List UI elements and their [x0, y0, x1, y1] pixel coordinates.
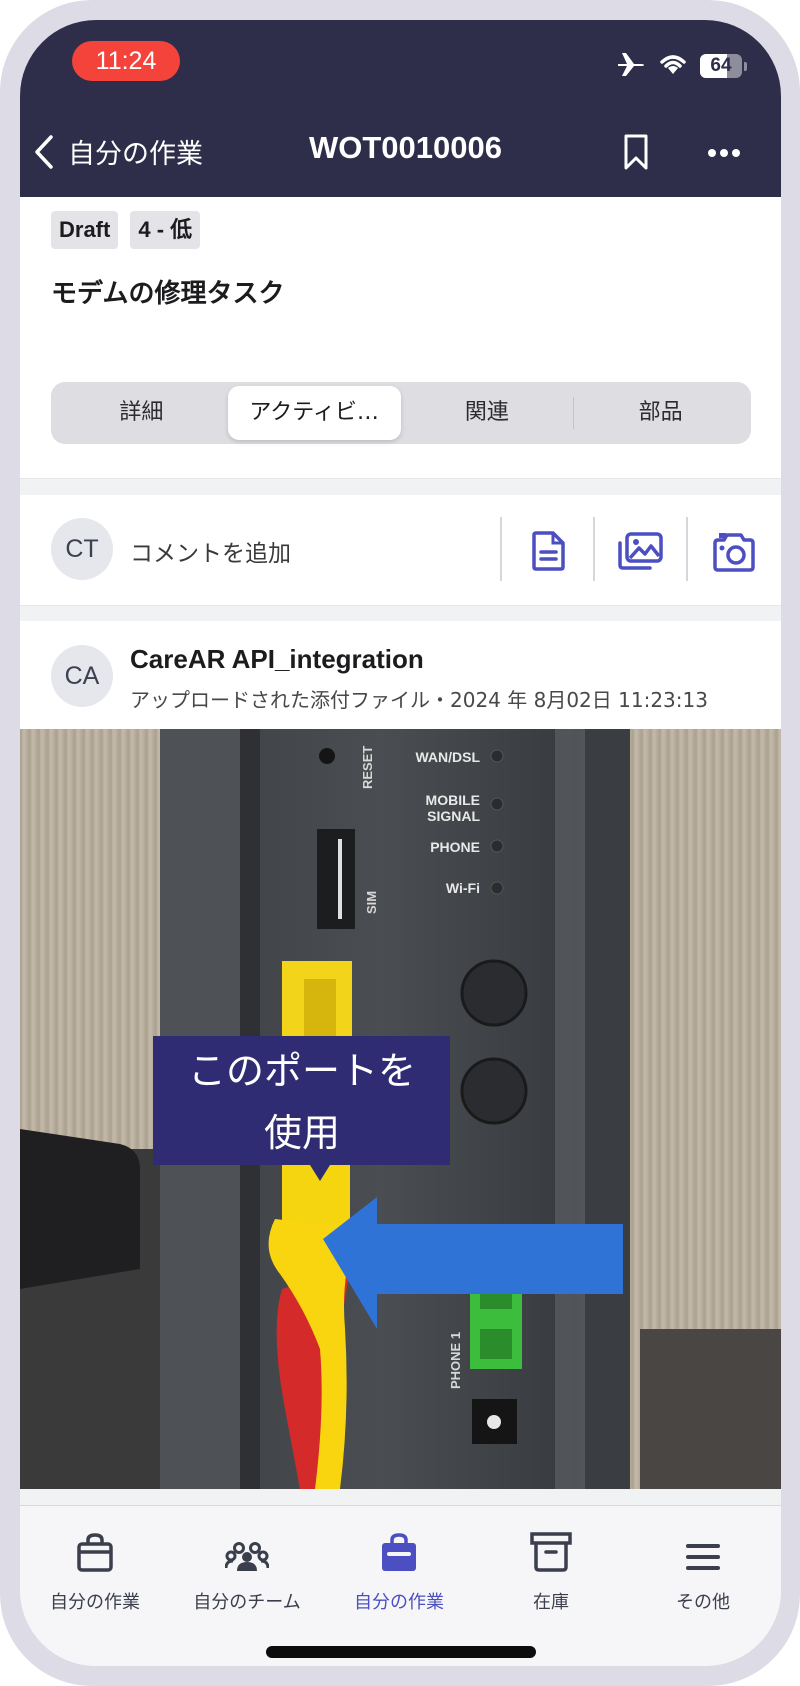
tabbar-label: その他 — [676, 1592, 730, 1613]
badges: Draft 4 - 低 — [51, 211, 201, 249]
modem-photo-illustration: RESET WAN/DSL MOBILE SIGNAL PHONE Wi-Fi … — [20, 729, 781, 1489]
briefcase-icon — [77, 1533, 113, 1572]
svg-text:Wi-Fi: Wi-Fi — [446, 880, 480, 896]
svg-text:SIGNAL: SIGNAL — [427, 808, 480, 824]
wifi-icon — [658, 52, 688, 80]
work-order-title: モデムの修理タスク — [51, 279, 285, 309]
attachment-photo[interactable]: RESET WAN/DSL MOBILE SIGNAL PHONE Wi-Fi … — [20, 729, 781, 1489]
avatar: CT — [51, 518, 113, 580]
priority-badge: 4 - 低 — [130, 211, 201, 249]
section-divider — [20, 605, 781, 621]
archive-box-icon — [530, 1532, 572, 1572]
more-button[interactable] — [708, 149, 740, 157]
status-icons: 64 — [616, 52, 747, 80]
page-title: WOT0010006 — [309, 130, 502, 165]
device-frame: 11:24 64 自分の作業 WOT0010006 Draft 4 - 低 モデ… — [0, 0, 800, 1686]
team-icon — [225, 1542, 269, 1571]
app-screen: 11:24 64 自分の作業 WOT0010006 Draft 4 - 低 モデ… — [20, 20, 781, 1666]
annotation-text: 使用 — [264, 1111, 340, 1155]
bookmark-button[interactable] — [623, 133, 649, 175]
more-icon — [708, 149, 716, 157]
tab-parts[interactable]: 部品 — [574, 386, 747, 440]
svg-text:PHONE: PHONE — [430, 839, 480, 855]
comment-input[interactable]: コメントを追加 — [130, 534, 291, 568]
tabbar-item-my-work[interactable]: 自分の作業 — [20, 1526, 170, 1614]
tabbar-label: 自分の作業 — [354, 1592, 444, 1613]
take-photo-button[interactable] — [711, 531, 757, 577]
divider — [686, 517, 688, 581]
menu-icon — [686, 1544, 720, 1570]
tabbar-item-more[interactable]: その他 — [628, 1526, 778, 1614]
bookmark-icon — [624, 134, 648, 170]
svg-text:PHONE 1: PHONE 1 — [448, 1332, 463, 1389]
tabbar-label: 在庫 — [533, 1592, 569, 1613]
tab-related[interactable]: 関連 — [401, 386, 574, 440]
status-badge: Draft — [51, 211, 119, 249]
airplane-mode-icon — [616, 51, 646, 81]
svg-text:MOBILE: MOBILE — [426, 792, 480, 808]
svg-text:SIM: SIM — [364, 891, 379, 914]
tabbar-item-my-team[interactable]: 自分のチーム — [172, 1526, 322, 1614]
feed-meta: アップロードされた添付ファイル・2024 年 8月02日 11:23:13 — [130, 688, 708, 712]
bottom-tab-bar: 自分の作業 自分のチーム 自分の作業 在庫 その他 — [20, 1505, 781, 1666]
status-time: 11:24 — [72, 41, 180, 81]
svg-text:WAN/DSL: WAN/DSL — [415, 749, 480, 765]
tabbar-label: 自分の作業 — [50, 1592, 140, 1613]
feed-author[interactable]: CareAR API_integration — [130, 644, 424, 675]
camera-icon — [713, 533, 755, 572]
battery-level: 64 — [710, 55, 732, 76]
add-image-button[interactable] — [616, 531, 664, 575]
annotation-text: このポートを — [188, 1049, 416, 1093]
tab-activity[interactable]: アクティビ… — [227, 386, 401, 440]
tabbar-item-inventory[interactable]: 在庫 — [476, 1526, 626, 1614]
briefcase-filled-icon — [382, 1533, 416, 1571]
battery-cap — [744, 61, 747, 71]
divider — [500, 517, 502, 581]
segmented-tabs: 詳細 アクティビ… 関連 部品 — [51, 382, 751, 444]
more-icon-dot — [732, 149, 740, 157]
attach-file-button[interactable] — [529, 531, 567, 575]
tab-details[interactable]: 詳細 — [55, 386, 228, 440]
comment-composer: CT コメントを追加 — [20, 495, 781, 605]
file-icon — [532, 531, 565, 571]
more-icon-dot — [720, 149, 728, 157]
battery-icon: 64 — [700, 54, 742, 78]
tabbar-item-my-work-active[interactable]: 自分の作業 — [324, 1526, 474, 1614]
home-indicator[interactable] — [266, 1646, 536, 1658]
divider — [593, 517, 595, 581]
svg-text:RESET: RESET — [360, 746, 375, 789]
image-gallery-icon — [618, 532, 663, 570]
section-divider — [20, 478, 781, 495]
avatar: CA — [51, 645, 113, 707]
tabbar-label: 自分のチーム — [193, 1592, 301, 1613]
app-header: 11:24 64 自分の作業 WOT0010006 — [20, 20, 781, 197]
section-divider — [20, 1489, 781, 1505]
